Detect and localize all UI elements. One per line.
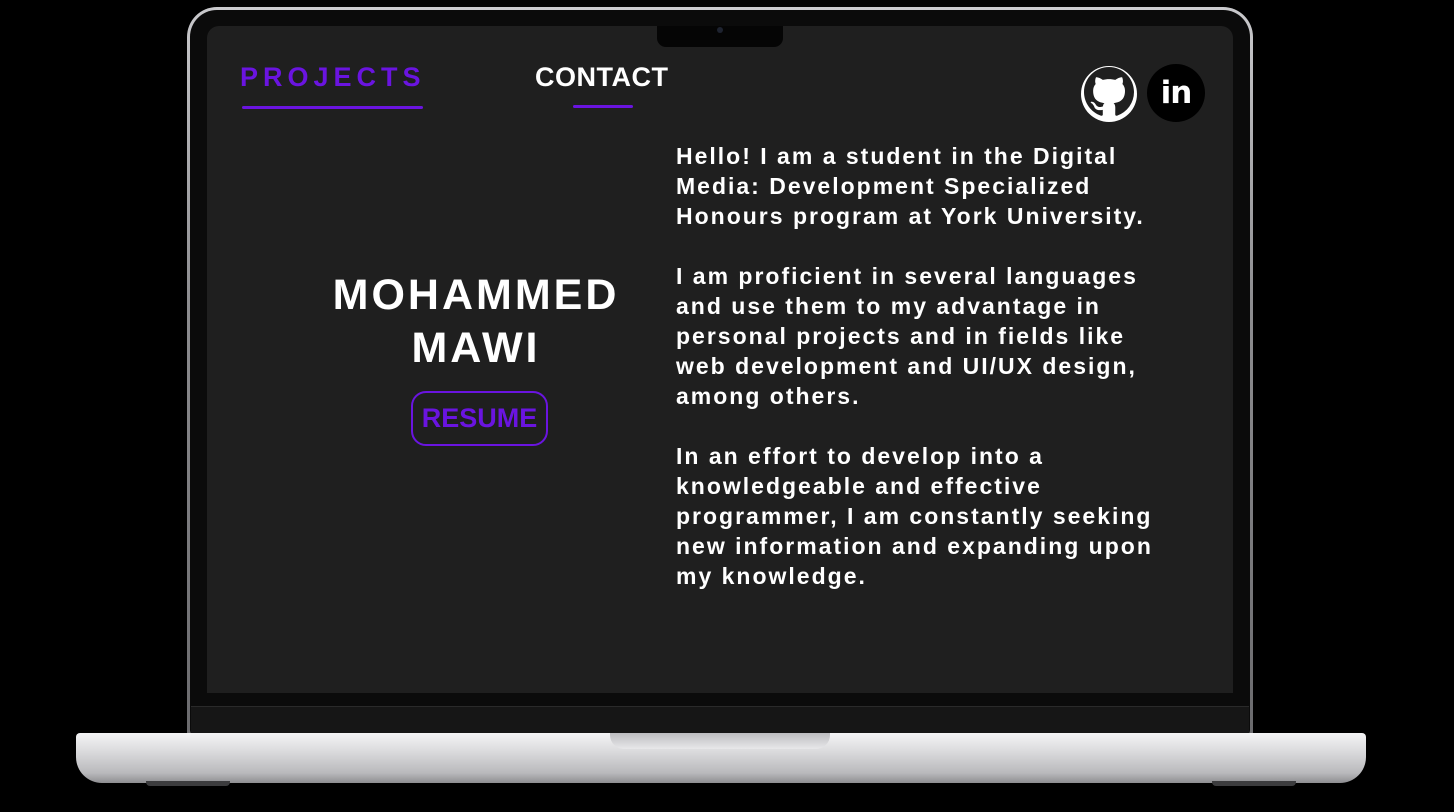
hero-name: MOHAMMED MAWI: [300, 269, 652, 375]
nav-projects-link[interactable]: PROJECTS: [240, 64, 426, 91]
projects-underline: [242, 106, 423, 109]
bio-paragraph: Hello! I am a student in the Digital Med…: [676, 143, 1145, 229]
linkedin-link[interactable]: in: [1147, 64, 1205, 122]
laptop-opening-notch: [610, 733, 830, 749]
camera-icon: [717, 27, 723, 33]
linkedin-icon: in: [1160, 75, 1193, 111]
laptop-foot-left: [146, 781, 230, 786]
bio-section: Hello! I am a student in the Digital Med…: [676, 141, 1156, 621]
github-icon: [1084, 66, 1134, 122]
name-line-last: MAWI: [411, 324, 541, 372]
laptop-foot-right: [1212, 781, 1296, 786]
github-link[interactable]: [1081, 66, 1137, 122]
contact-underline: [573, 105, 633, 108]
bio-paragraph: I am proficient in several languages and…: [676, 263, 1138, 409]
laptop-screen: PROJECTS CONTACT in MOHAMMED MAWI RESUME…: [207, 26, 1233, 693]
bio-paragraph: In an effort to develop into a knowledge…: [676, 443, 1153, 589]
name-line-first: MOHAMMED: [332, 271, 620, 319]
resume-button[interactable]: RESUME: [411, 391, 548, 446]
nav-contact-link[interactable]: CONTACT: [535, 64, 668, 91]
